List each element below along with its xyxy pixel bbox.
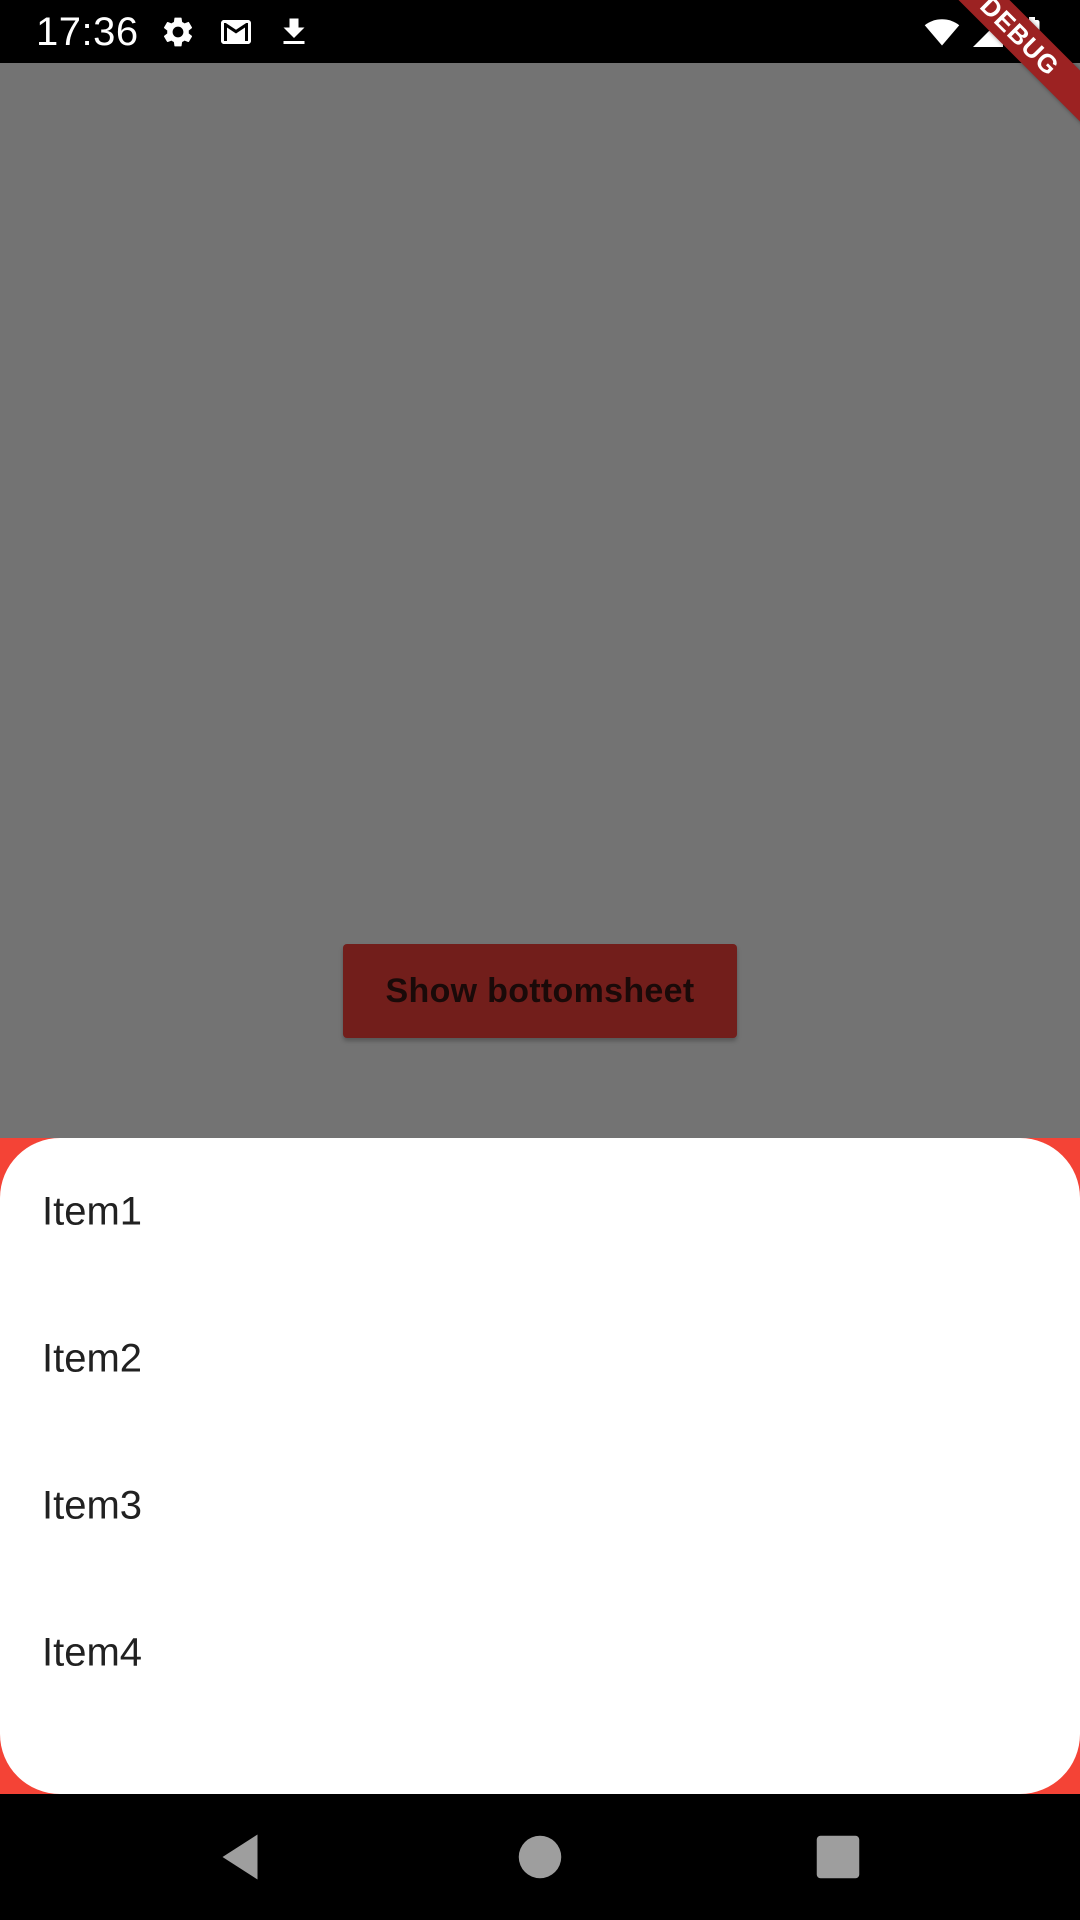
status-bar: 17:36 xyxy=(0,0,1080,63)
scrim[interactable]: Show bottomsheet xyxy=(0,63,1080,1138)
list-item-label: Item2 xyxy=(42,1336,143,1380)
bottom-sheet-container: Item1 Item2 Item3 Item4 xyxy=(0,1138,1080,1794)
gmail-icon xyxy=(218,14,254,50)
back-icon[interactable] xyxy=(210,1827,270,1887)
list-item-3[interactable]: Item3 xyxy=(0,1432,1080,1579)
recents-icon[interactable] xyxy=(808,1827,868,1887)
list-item-label: Item3 xyxy=(42,1483,143,1527)
list-item-label: Item4 xyxy=(42,1630,143,1674)
app-screen: 17:36 DEBUG Show bottomsheet Item1 Item2… xyxy=(0,0,1080,1920)
list-item-4[interactable]: Item4 xyxy=(0,1579,1080,1726)
wifi-icon xyxy=(922,14,962,50)
list-item-2[interactable]: Item2 xyxy=(0,1285,1080,1432)
list-item-1[interactable]: Item1 xyxy=(0,1138,1080,1285)
settings-icon xyxy=(160,14,196,50)
status-time: 17:36 xyxy=(36,10,139,54)
show-bottomsheet-button[interactable]: Show bottomsheet xyxy=(343,944,737,1038)
navigation-bar xyxy=(0,1794,1080,1920)
bottom-sheet: Item1 Item2 Item3 Item4 xyxy=(0,1138,1080,1794)
download-icon xyxy=(276,14,312,50)
home-icon[interactable] xyxy=(510,1827,570,1887)
list-item-label: Item1 xyxy=(42,1189,143,1233)
